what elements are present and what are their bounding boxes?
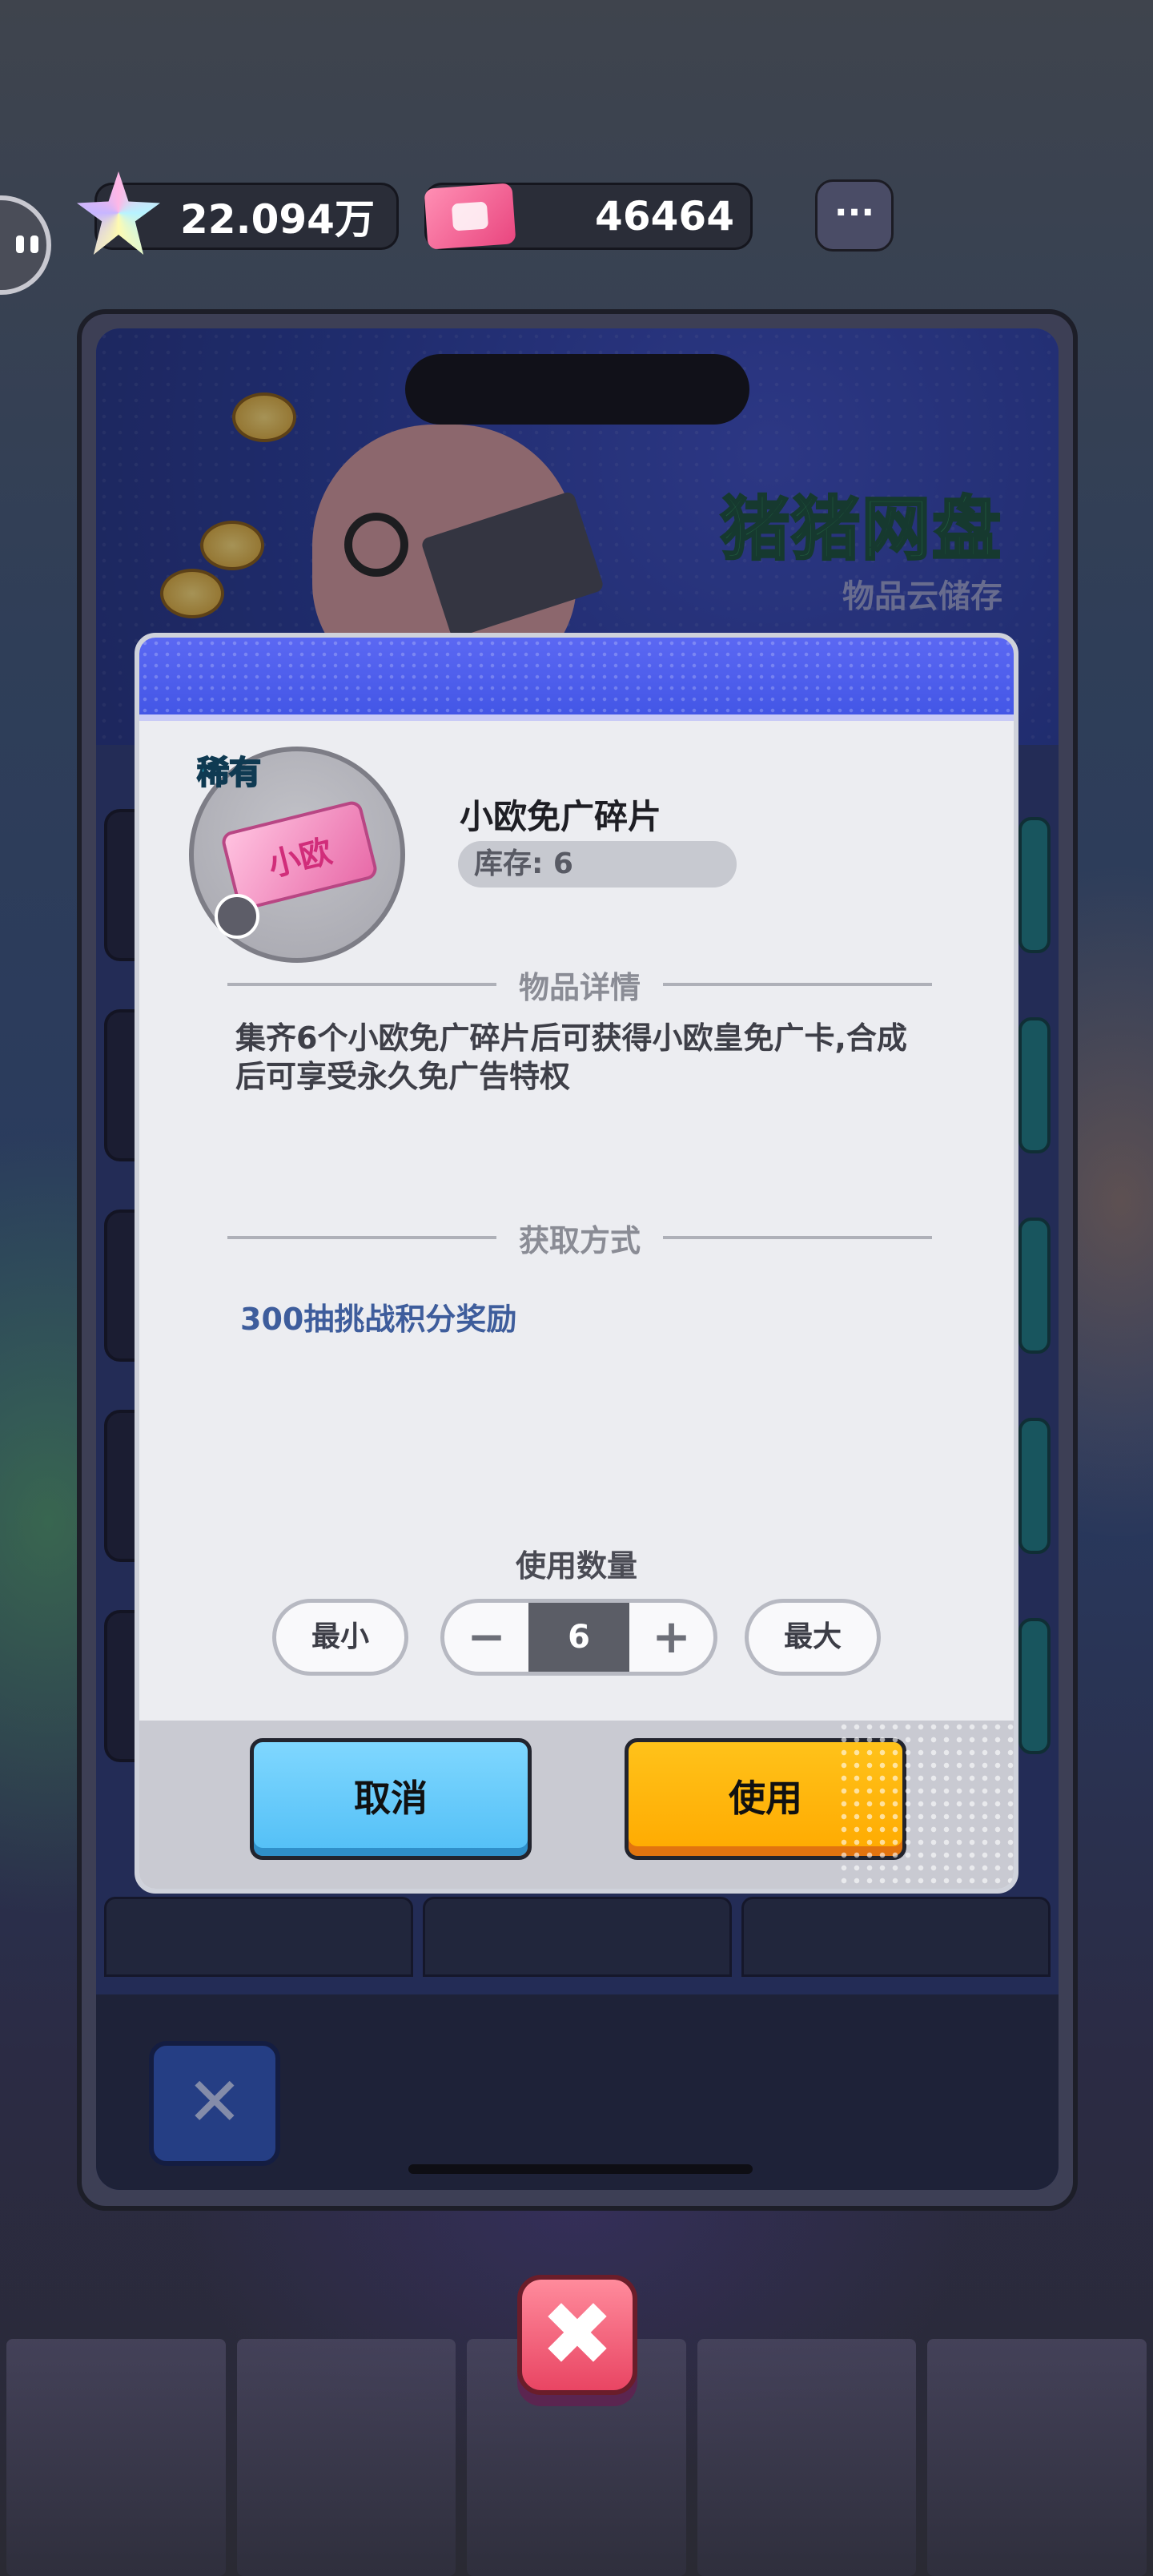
item-stock: 库存: 6 (458, 841, 737, 888)
quantity-label: 使用数量 (515, 1548, 637, 1584)
quantity-increase-button[interactable]: + (629, 1603, 713, 1672)
more-dots-icon: ··· (834, 192, 875, 233)
modal-header (139, 638, 1014, 721)
more-options-button[interactable]: ··· (815, 179, 894, 252)
item-name: 小欧免广碎片 (460, 797, 662, 836)
close-icon: ✖ (540, 2283, 615, 2385)
quantity-value[interactable]: 6 (528, 1603, 629, 1672)
quantity-max-button[interactable]: 最大 (745, 1599, 881, 1676)
use-button[interactable]: 使用 (625, 1738, 906, 1860)
item-description: 集齐6个小欧免广碎片后可获得小欧皇免广卡,合成后可享受永久免广告特权 (235, 1020, 907, 1094)
ticket-currency-value: 46464 (595, 193, 734, 239)
quantity-decrease-button[interactable]: − (444, 1603, 528, 1672)
puzzle-piece-icon (215, 894, 259, 939)
close-overlay-button[interactable]: ✖ (517, 2275, 637, 2395)
quantity-stepper: − 6 + (440, 1599, 717, 1676)
modal-footer: 取消 使用 (139, 1721, 1014, 1889)
item-source-link[interactable]: 300抽挑战积分奖励 (240, 1294, 516, 1338)
currency-bar: 22.094万 46464 ··· (0, 171, 1153, 295)
rarity-badge: 稀有 (196, 754, 262, 792)
card-text: 小欧 (264, 832, 336, 884)
item-detail-modal: 小欧 稀有 小欧免广碎片 库存: 6 物品详情 集齐6个小欧免广碎片后可获得小欧… (135, 633, 1018, 1894)
detail-section-heading: 物品详情 (227, 964, 932, 1005)
detail-heading-text: 物品详情 (519, 969, 641, 1005)
source-heading-text: 获取方式 (519, 1222, 641, 1258)
cancel-button[interactable]: 取消 (250, 1738, 532, 1860)
ticket-currency-icon (424, 183, 516, 250)
source-section-heading: 获取方式 (227, 1218, 932, 1258)
star-currency-value: 22.094万 (180, 196, 375, 243)
quantity-min-button[interactable]: 最小 (272, 1599, 408, 1676)
